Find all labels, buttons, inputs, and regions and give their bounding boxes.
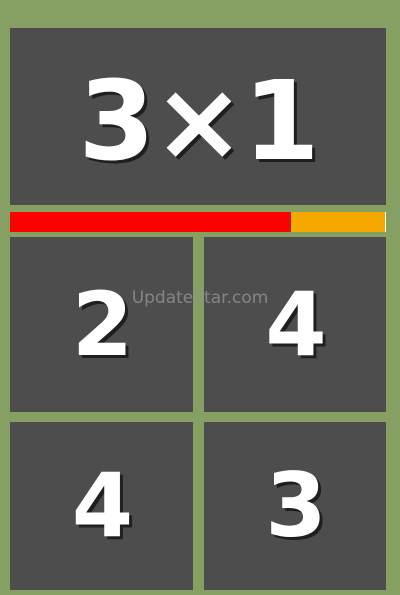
timer-bar — [10, 212, 386, 232]
answer-tile-top-left[interactable]: 2 — [10, 237, 193, 412]
answer-label: 2 — [71, 272, 133, 376]
answer-label: 4 — [265, 272, 326, 376]
answer-label: 3 — [265, 454, 326, 557]
question-panel: 3×1 — [10, 28, 386, 205]
answer-tile-bottom-right[interactable]: 3 — [204, 422, 386, 590]
answer-label: 4 — [71, 454, 133, 557]
answer-tile-bottom-left[interactable]: 4 — [10, 422, 193, 590]
timer-bar-fill — [10, 212, 292, 232]
question-text: 3×1 — [78, 56, 319, 185]
answer-tile-top-right[interactable]: 4 — [204, 237, 386, 412]
